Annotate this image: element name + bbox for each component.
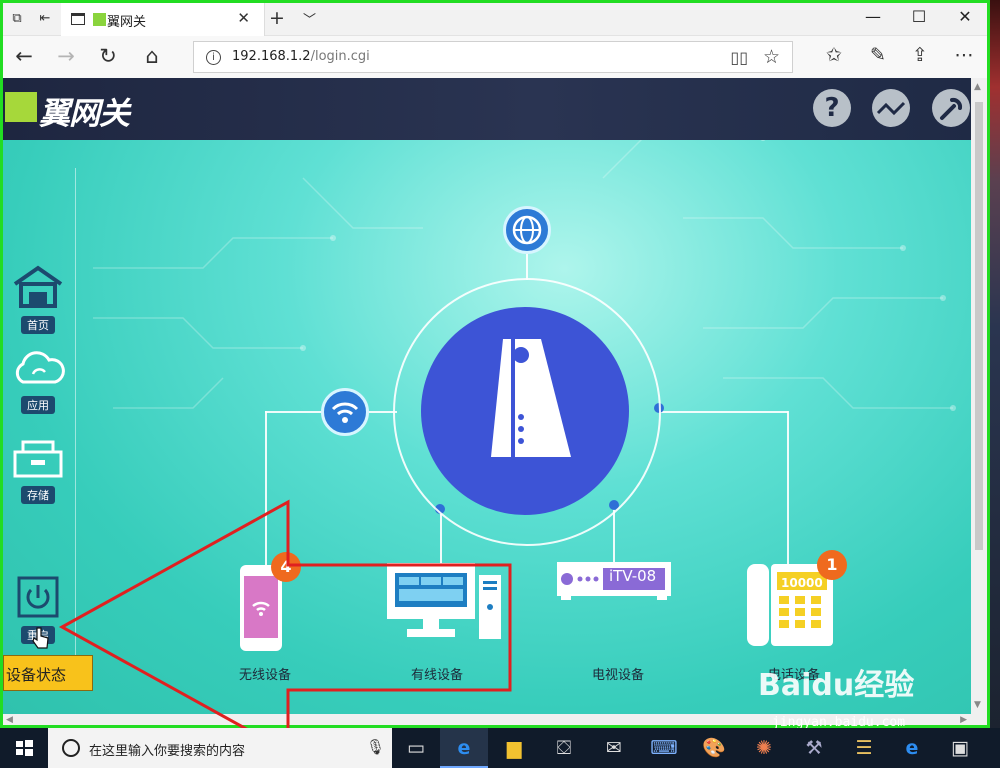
phone-count-badge: 1 [817,550,847,580]
connector-line [787,411,789,566]
url-host: 192.168.1.2 [232,49,311,64]
globe-icon [512,215,542,245]
connector-line [440,510,442,565]
device-label[interactable]: 电视设备 [568,664,668,683]
cortana-icon[interactable] [62,739,80,757]
help-icon[interactable]: ? [813,89,851,127]
paint-icon[interactable]: 🎨 [690,728,738,768]
home-icon [13,265,63,308]
power-icon [17,576,59,618]
sidebar-item-home[interactable]: 首页 [9,264,67,334]
favorite-star-icon[interactable]: ☆ [763,46,780,68]
wifi-icon [331,402,359,423]
page-icon [71,13,85,25]
share-icon[interactable]: ⇪ [905,44,935,66]
window-app-icon[interactable]: ▣ [936,728,984,768]
ie-icon[interactable]: e [888,728,936,768]
router-header: 翼网关 ? [3,78,971,140]
address-bar[interactable]: i 192.168.1.2/login.cgi ▯▯ ☆ [193,41,793,73]
logo-mark [5,92,37,122]
home-icon[interactable]: ⌂ [137,44,167,68]
hand-cursor-icon [32,627,49,649]
mail-icon[interactable]: ✉ [590,728,638,768]
close-window-icon[interactable]: ✕ [945,7,985,26]
internet-globe[interactable] [503,206,551,254]
wifi-node[interactable] [321,388,369,436]
back-icon[interactable]: ← [9,44,39,68]
device-label[interactable]: 有线设备 [387,664,487,683]
stb-screen-text: iTV-08 [609,567,657,585]
sidebar-item-label: 首页 [21,316,55,334]
tab-bar: ⧉ ⇤ 翼网关 ✕ + ﹀ — ☐ ✕ [3,3,987,36]
refresh-icon[interactable]: ↻ [93,44,123,68]
chevron-down-icon[interactable]: ﹀ [303,9,316,28]
site-info-icon[interactable]: i [206,50,221,65]
router-icon [491,339,571,457]
sidebar-item-apps[interactable]: 应用 [9,348,67,414]
vertical-scrollbar[interactable]: ▲ ▼ [971,78,987,714]
tab-title: 翼网关 [107,15,147,30]
new-tab-icon[interactable]: + [269,7,285,29]
microphone-icon[interactable]: 🎙 [366,738,385,756]
close-tab-icon[interactable]: ✕ [237,9,250,27]
url-path: /login.cgi [310,49,370,64]
sidebar-item-label: 应用 [21,396,55,414]
scroll-left-icon[interactable]: ◀ [6,715,13,725]
reading-view-icon[interactable]: ▯▯ [730,48,748,67]
browser-tab[interactable]: 翼网关 ✕ [61,3,265,36]
store-icon[interactable]: ⛋ [540,728,588,768]
taskbar-search[interactable]: 在这里输入你要搜索的内容 🎙 [48,728,392,768]
network-app-icon[interactable]: ⌨ [640,728,688,768]
scroll-right-icon[interactable]: ▶ [960,715,967,725]
task-view-icon[interactable]: ▭ [392,728,440,768]
device-label[interactable]: 无线设备 [215,664,315,683]
windows-logo-icon [16,740,33,756]
scroll-up-icon[interactable]: ▲ [974,82,981,92]
connector-line [658,411,788,413]
file-explorer-icon[interactable]: ▆ [490,728,538,768]
storage-icon [13,440,63,478]
sidebar-item-label: 存储 [21,486,55,504]
maximize-icon[interactable]: ☐ [899,7,939,26]
nav-bar: ← → ↻ ⌂ i 192.168.1.2/login.cgi ▯▯ ☆ ✩ ✎… [3,36,987,78]
device-status-tab[interactable]: 设备状态 [3,655,93,691]
more-icon[interactable]: ⋯ [949,44,979,66]
tool-app-icon[interactable]: ⚒ [790,728,838,768]
favicon [93,13,106,26]
network-status-icon[interactable] [872,89,910,127]
tv-device[interactable]: iTV-08 [555,560,673,608]
page-content: 翼网关 ? 首页 应用 存储 4 无线设备 有线设备 iTV-08 电视设备 1… [3,78,971,714]
logo-text: 翼网关 [39,96,130,132]
search-placeholder: 在这里输入你要搜索的内容 [89,744,246,759]
tab-manager-icon[interactable]: ⧉ [9,11,25,27]
browser-window: ⧉ ⇤ 翼网关 ✕ + ﹀ — ☐ ✕ ← → ↻ ⌂ i 192.168.1.… [0,0,990,728]
minimize-icon[interactable]: — [853,7,893,26]
phone-number-display: 10000 [781,576,823,590]
sidebar-divider [75,168,76,688]
url-text[interactable]: 192.168.1.2/login.cgi [232,49,370,64]
desktop-computer-icon [387,563,501,639]
cloud-icon [15,351,65,384]
favorites-hub-icon[interactable]: ✩ [819,44,849,66]
wired-device[interactable] [385,561,505,647]
books-icon[interactable]: ☰ [840,728,888,768]
connector-line [526,254,528,280]
paint3d-icon[interactable]: ✺ [740,728,788,768]
start-button[interactable] [0,728,48,768]
taskbar: 在这里输入你要搜索的内容 🎙 ▭ e ▆ ⛋ ✉ ⌨ 🎨 ✺ ⚒ ☰ e ▣ [0,728,1000,768]
scroll-thumb[interactable] [975,102,983,550]
scroll-down-icon[interactable]: ▼ [974,700,981,710]
gateway-hub[interactable] [421,307,629,515]
set-tabs-aside-icon[interactable]: ⇤ [37,11,53,27]
baidu-watermark: Baidu经验 [758,668,915,703]
wireless-count-badge: 4 [271,552,301,582]
connector-line [265,411,267,566]
connector-line [613,506,615,566]
edge-icon[interactable]: e [440,728,488,768]
pen-icon[interactable]: ✎ [863,44,893,66]
sidebar-item-storage[interactable]: 存储 [9,438,67,504]
forward-icon[interactable]: → [51,44,81,68]
wrench-icon[interactable] [932,89,970,127]
